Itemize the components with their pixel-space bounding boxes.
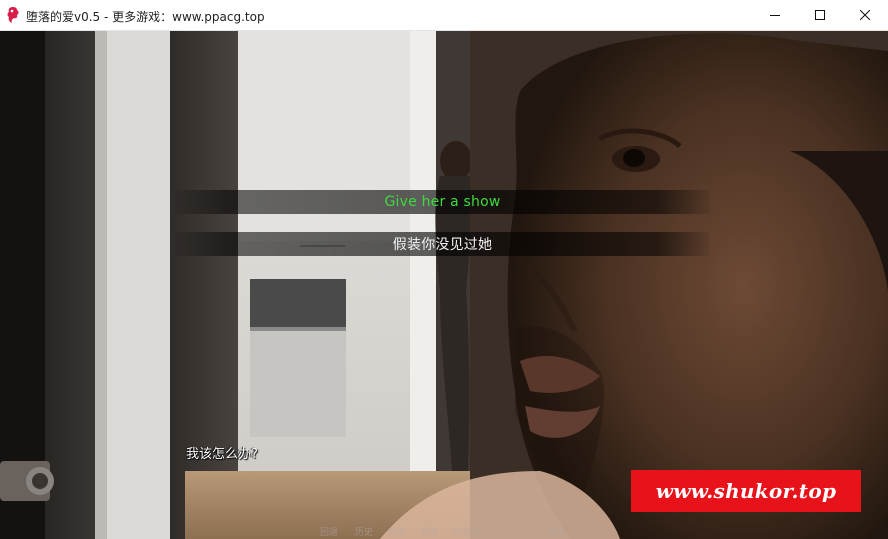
- dialogue-text: 我该怎么办?: [186, 447, 258, 462]
- quick-menu-quick-save[interactable]: 快保存: [453, 525, 480, 538]
- menu-choice-give-show[interactable]: Give her a show: [175, 190, 710, 214]
- maximize-icon: [815, 10, 825, 20]
- title-bar[interactable]: 堕落的爱v0.5 - 更多游戏：www.ppacg.top: [0, 0, 888, 31]
- quick-menu-auto[interactable]: 自动: [387, 525, 405, 538]
- menu-choice-pretend[interactable]: 假装你没见过她: [175, 232, 710, 256]
- quick-menu-save[interactable]: 保存: [421, 525, 439, 538]
- game-window: 堕落的爱v0.5 - 更多游戏：www.ppacg.top Give her a…: [0, 0, 888, 539]
- choice-label: Give her a show: [384, 194, 501, 210]
- minimize-icon: [770, 15, 780, 16]
- app-logo-icon: [6, 6, 20, 24]
- game-scene[interactable]: Give her a show 假装你没见过她 我该怎么办? 回退 历史 自动 …: [0, 31, 888, 539]
- scene-background: [0, 31, 888, 539]
- close-icon: [860, 10, 870, 20]
- quick-menu-preferences[interactable]: 偏好: [546, 525, 564, 538]
- choice-label: 假装你没见过她: [392, 237, 493, 253]
- minimize-button[interactable]: [752, 0, 798, 30]
- close-button[interactable]: [842, 0, 888, 30]
- quick-menu-history[interactable]: 历史: [355, 525, 373, 538]
- watermark-badge: www.shukor.top: [631, 470, 861, 512]
- watermark-text: www.shukor.top: [655, 479, 837, 503]
- quick-menu: 回退 历史 自动 保存 快保存 偏好: [0, 523, 888, 539]
- maximize-button[interactable]: [797, 0, 843, 30]
- window-title: 堕落的爱v0.5 - 更多游戏：www.ppacg.top: [26, 10, 265, 24]
- quick-menu-back[interactable]: 回退: [320, 525, 338, 538]
